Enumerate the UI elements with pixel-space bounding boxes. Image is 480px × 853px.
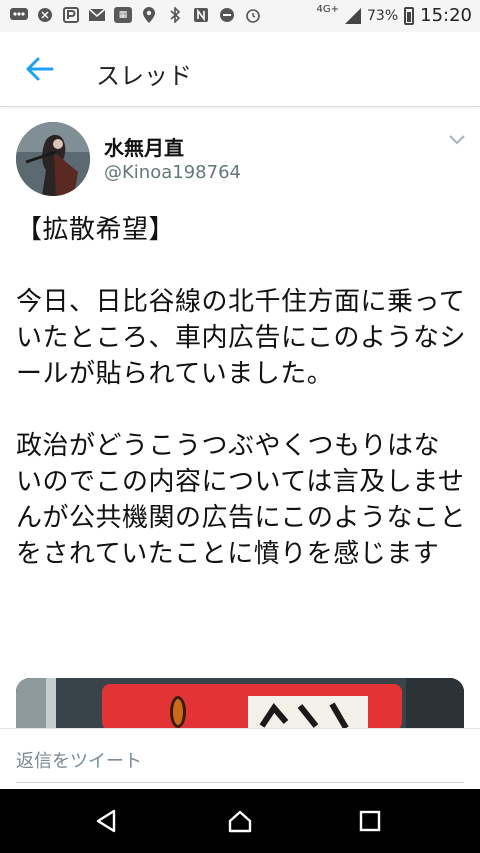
back-triangle-icon[interactable]: [92, 807, 120, 835]
reply-input[interactable]: 返信をツイート: [16, 747, 142, 773]
tweet-paragraph: 政治がどうこうつぶやくつもりはないのでこの内容については言及しませんが公共機関の…: [16, 431, 466, 569]
battery-percent: 73%: [367, 7, 399, 24]
tweet-media-image[interactable]: [16, 678, 464, 730]
app-bar: スレッド: [0, 32, 480, 107]
chevron-down-icon[interactable]: [448, 134, 466, 146]
home-icon[interactable]: [226, 807, 254, 835]
network-type: 4G+: [316, 3, 340, 15]
reply-bar[interactable]: 返信をツイート: [0, 728, 480, 789]
alarm-icon: [244, 6, 262, 24]
tweet-text: 【拡散希望】 今日、日比谷線の北千住方面に乗っていたところ、車内広告にこのような…: [16, 212, 466, 572]
location-icon: [140, 6, 158, 24]
recents-square-icon[interactable]: [356, 807, 384, 835]
status-bar: ▦ 4G+ 73% 15:20: [0, 0, 480, 32]
dnd-icon: [218, 6, 236, 24]
bluetooth-icon: [166, 6, 184, 24]
app-icon: ▦: [114, 7, 132, 23]
back-arrow-icon[interactable]: [24, 56, 54, 82]
avatar[interactable]: [16, 122, 90, 196]
tweet-paragraph: 【拡散希望】: [16, 215, 176, 245]
nfc-icon: [192, 6, 210, 24]
p-icon: [62, 6, 80, 24]
display-name[interactable]: 水無月直: [104, 132, 184, 161]
reply-underline: [16, 782, 464, 783]
tweet-header: 水無月直 @Kinoa198764: [0, 106, 480, 206]
tweet-paragraph: 今日、日比谷線の北千住方面に乗っていたところ、車内広告にこのようなシールが貼られ…: [16, 287, 466, 389]
messages-icon: [10, 6, 28, 24]
status-left-icons: ▦: [10, 6, 262, 24]
page-title: スレッド: [96, 62, 192, 90]
mail-icon: [88, 6, 106, 24]
signal-icon: [345, 7, 361, 24]
phone-icon: [36, 6, 54, 24]
status-right: 4G+ 73% 15:20: [316, 3, 473, 26]
clock: 15:20: [420, 5, 472, 26]
system-nav-bar: [0, 789, 480, 853]
battery-icon: [404, 6, 415, 25]
user-handle[interactable]: @Kinoa198764: [104, 162, 241, 183]
